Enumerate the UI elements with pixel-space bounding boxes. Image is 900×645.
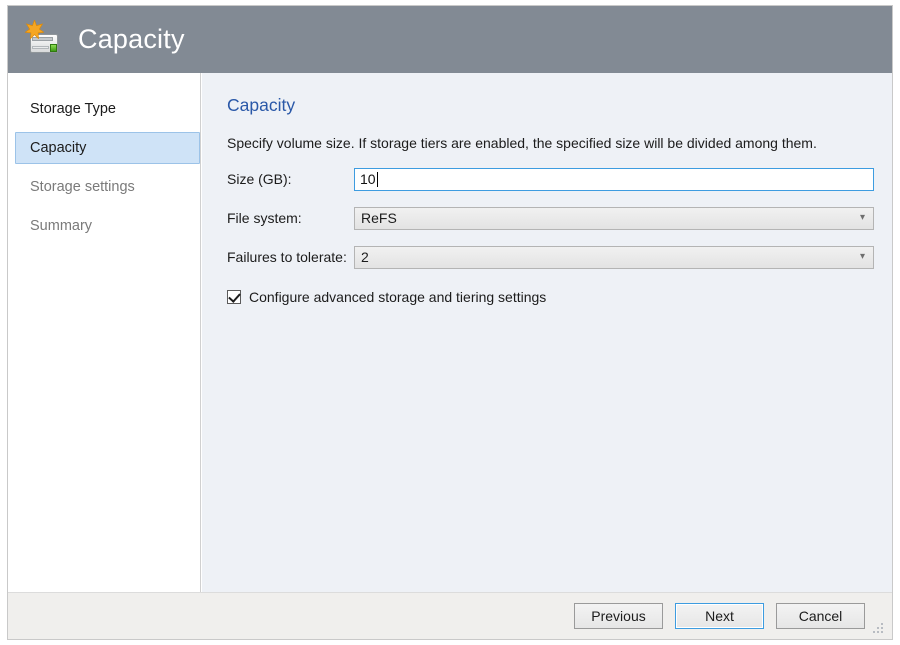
- configure-advanced-settings-row[interactable]: Configure advanced storage and tiering s…: [227, 289, 874, 305]
- sidebar-item-storage-type[interactable]: Storage Type: [10, 93, 198, 125]
- next-button-label: Next: [705, 608, 734, 624]
- previous-button[interactable]: Previous: [574, 603, 663, 629]
- cancel-button-label: Cancel: [799, 608, 843, 624]
- size-gb-value: 10: [360, 171, 376, 187]
- file-system-value: ReFS: [361, 210, 397, 226]
- resize-grip-icon[interactable]: [872, 622, 885, 635]
- text-caret: [377, 172, 378, 187]
- window-body: Storage Type Capacity Storage settings S…: [8, 73, 892, 592]
- failures-to-tolerate-label: Failures to tolerate:: [227, 249, 354, 265]
- failures-to-tolerate-row: Failures to tolerate: 2 ▾: [227, 245, 874, 269]
- configure-advanced-settings-label: Configure advanced storage and tiering s…: [249, 289, 546, 305]
- size-gb-label: Size (GB):: [227, 171, 354, 187]
- file-system-select[interactable]: ReFS ▾: [354, 207, 874, 230]
- size-gb-input[interactable]: 10: [354, 168, 874, 191]
- size-gb-row: Size (GB): 10: [227, 167, 874, 191]
- cancel-button[interactable]: Cancel: [776, 603, 865, 629]
- window-edge-left: [0, 0, 8, 645]
- sidebar-item-summary[interactable]: Summary: [10, 210, 198, 242]
- new-volume-icon: [24, 20, 64, 60]
- sidebar-item-label: Summary: [30, 218, 92, 234]
- page-description: Specify volume size. If storage tiers ar…: [227, 134, 874, 152]
- wizard-steps-sidebar: Storage Type Capacity Storage settings S…: [8, 73, 201, 592]
- window-edge-bottom: [0, 639, 900, 645]
- window-title: Capacity: [78, 24, 185, 55]
- failures-to-tolerate-value: 2: [361, 249, 369, 265]
- page-title: Capacity: [227, 94, 874, 116]
- wizard-window: Capacity Storage Type Capacity Storage s…: [0, 0, 900, 645]
- main-content-panel: Capacity Specify volume size. If storage…: [202, 73, 892, 592]
- sidebar-item-label: Storage Type: [30, 101, 116, 117]
- file-system-row: File system: ReFS ▾: [227, 206, 874, 230]
- configure-advanced-settings-checkbox[interactable]: [227, 290, 241, 304]
- previous-button-label: Previous: [591, 608, 645, 624]
- next-button[interactable]: Next: [675, 603, 764, 629]
- title-bar: Capacity: [8, 6, 892, 73]
- sidebar-item-label: Capacity: [30, 140, 86, 156]
- sidebar-item-label: Storage settings: [30, 179, 135, 195]
- starburst-icon: [25, 20, 44, 39]
- file-system-label: File system:: [227, 210, 354, 226]
- sidebar-item-capacity[interactable]: Capacity: [15, 132, 200, 164]
- footer-button-bar: Previous Next Cancel: [8, 592, 892, 639]
- window-edge-right: [892, 0, 900, 645]
- chevron-down-icon: ▾: [860, 252, 873, 262]
- chevron-down-icon: ▾: [860, 213, 873, 223]
- failures-to-tolerate-select[interactable]: 2 ▾: [354, 246, 874, 269]
- sidebar-item-storage-settings[interactable]: Storage settings: [10, 171, 198, 203]
